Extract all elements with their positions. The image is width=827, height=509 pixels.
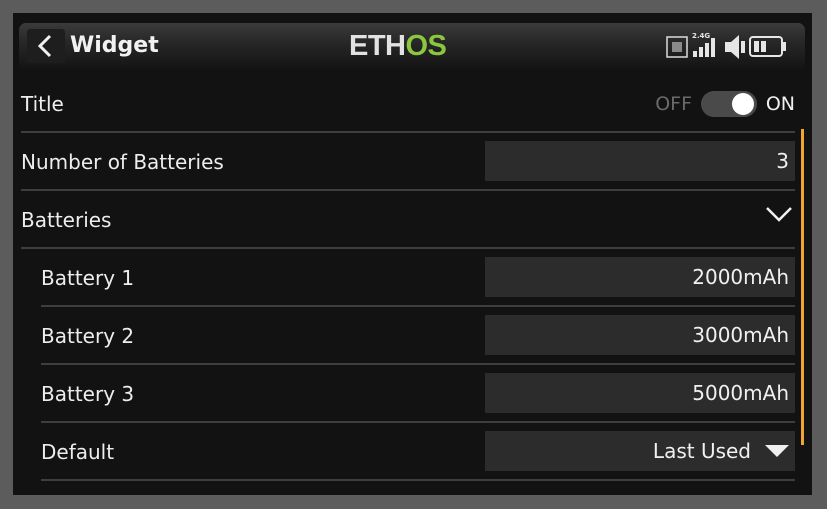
- toggle-on-label: ON: [765, 93, 795, 115]
- battery-3-label: Battery 3: [41, 382, 135, 406]
- setting-row-default: Default Last Used: [41, 423, 795, 481]
- default-dropdown[interactable]: Last Used: [485, 431, 795, 471]
- triangle-down-icon: [765, 445, 789, 457]
- toggle-knob: [732, 93, 754, 115]
- battery-2-label: Battery 2: [41, 324, 135, 348]
- page-title: Widget: [70, 33, 159, 58]
- battery-1-capacity-field[interactable]: 2000mAh: [485, 257, 795, 297]
- setting-row-battery-3: Battery 3 5000mAh: [41, 365, 795, 423]
- rf-band-label: 2.4G: [692, 32, 710, 40]
- batteries-label: Batteries: [21, 208, 112, 232]
- default-dropdown-value: Last Used: [652, 439, 751, 463]
- batteries-section-header[interactable]: Batteries: [21, 191, 795, 249]
- speaker-icon: [725, 35, 745, 59]
- signal-icon: 2.4G: [692, 32, 715, 57]
- setting-row-number-of-batteries: Number of Batteries 3: [21, 133, 795, 191]
- toggle-switch[interactable]: [701, 91, 757, 117]
- toggle-off-label: OFF: [655, 93, 692, 115]
- battery-icon: [749, 36, 786, 57]
- number-of-batteries-field[interactable]: 3: [485, 141, 795, 181]
- scrollbar[interactable]: [801, 129, 804, 445]
- battery-3-capacity-field[interactable]: 5000mAh: [485, 373, 795, 413]
- title-label: Title: [21, 92, 64, 116]
- battery-2-capacity-field[interactable]: 3000mAh: [485, 315, 795, 355]
- number-of-batteries-label: Number of Batteries: [21, 150, 224, 174]
- ethos-logo: ETHOS: [349, 30, 447, 62]
- default-label: Default: [41, 440, 115, 464]
- title-toggle[interactable]: OFF ON: [655, 75, 795, 131]
- title-bar: Widget ETHOS 2.4G: [19, 23, 805, 69]
- setting-row-battery-2: Battery 2 3000mAh: [41, 307, 795, 365]
- back-icon: [37, 34, 52, 58]
- back-button[interactable]: [27, 29, 65, 63]
- status-icons: 2.4G: [665, 31, 795, 61]
- battery-1-label: Battery 1: [41, 266, 135, 290]
- sd-card-icon: [666, 36, 688, 58]
- setting-row-battery-1: Battery 1 2000mAh: [41, 249, 795, 307]
- chevron-down-icon[interactable]: [765, 205, 793, 223]
- setting-row-title: Title OFF ON: [21, 75, 795, 133]
- screen: Widget ETHOS 2.4G Title OFF ON Number of…: [13, 13, 812, 495]
